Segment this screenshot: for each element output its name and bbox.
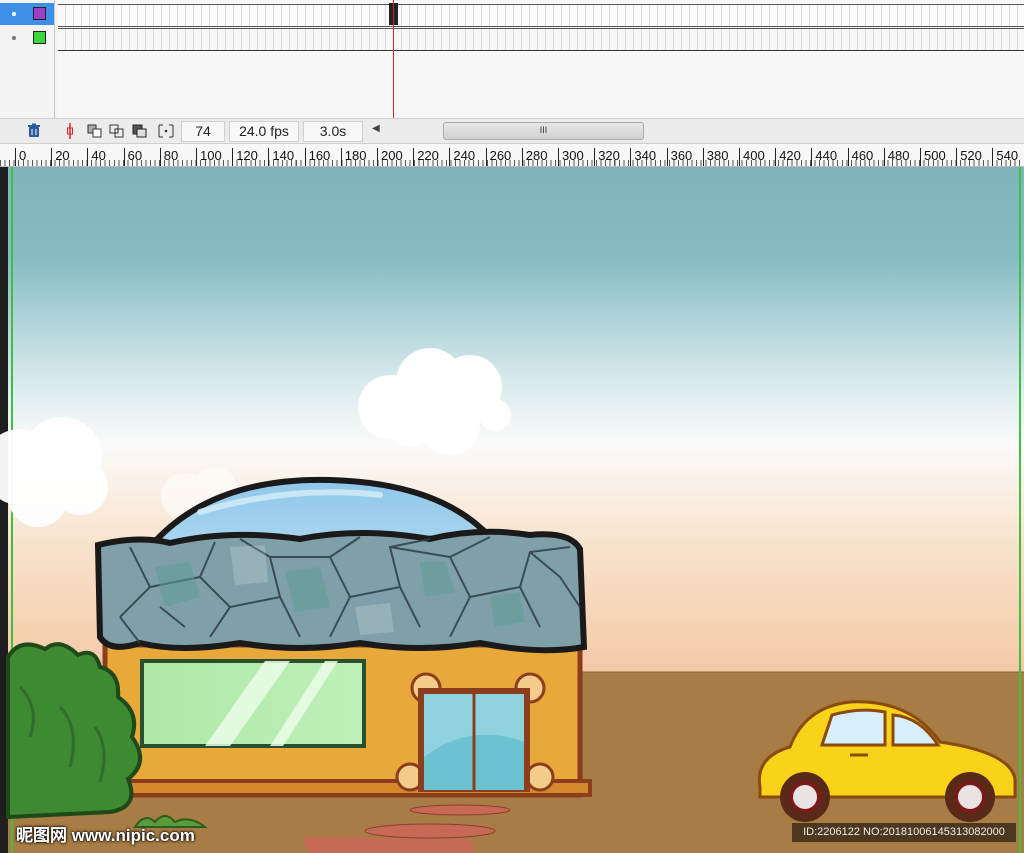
ruler-major-tick	[702, 148, 704, 166]
ruler-tick-label: 240	[453, 148, 476, 163]
scroll-left-arrow-icon[interactable]: ◀	[372, 123, 380, 134]
layer-outline-color-icon[interactable]	[33, 31, 46, 44]
onion-skin-icon[interactable]	[86, 122, 103, 139]
frame-grid[interactable]	[58, 0, 1024, 118]
ruler-major-tick	[268, 148, 270, 166]
ruler-major-tick	[304, 148, 306, 166]
ruler-tick-label: 500	[924, 148, 946, 163]
layer-list	[0, 0, 55, 118]
ruler-tick-label: 540	[996, 148, 1019, 163]
visibility-dot-icon[interactable]	[12, 36, 16, 40]
ruler-tick-label: 200	[381, 148, 403, 163]
layer-row-1[interactable]	[0, 3, 54, 25]
ruler-major-tick	[558, 148, 559, 166]
ruler-major-tick	[666, 148, 668, 166]
ruler-major-tick	[232, 148, 234, 166]
ruler-tick-label: 220	[417, 148, 439, 163]
ruler-major-tick	[485, 148, 487, 166]
ruler-tick-label: 280	[525, 148, 548, 163]
current-frame-field[interactable]: 74	[181, 121, 225, 142]
ruler-tick-label: 80	[163, 148, 179, 163]
ruler-tick-label: 100	[200, 148, 222, 163]
center-frame-icon[interactable]	[61, 122, 78, 139]
ruler-major-tick	[630, 148, 632, 166]
ruler-tick-label: 20	[55, 148, 70, 163]
ruler-tick-label: 520	[960, 148, 982, 163]
frame-rate-field[interactable]: 24.0 fps	[229, 121, 299, 142]
ruler-tick-label: 140	[272, 148, 295, 163]
ruler-major-tick	[521, 148, 523, 166]
ruler-major-tick	[196, 148, 197, 166]
ruler-tick-label: 480	[887, 148, 910, 163]
ruler-tick-label: 60	[127, 148, 143, 163]
frame-row-layer-2[interactable]	[58, 28, 1024, 51]
ruler-major-tick	[377, 148, 378, 166]
ruler-major-tick	[992, 148, 994, 166]
layer-row-2[interactable]	[0, 27, 54, 49]
ruler-tick-label: 260	[489, 148, 512, 163]
ruler-major-tick	[920, 148, 921, 166]
ruler-tick-label: 120	[236, 148, 258, 163]
ruler-major-tick	[449, 148, 451, 166]
ruler-tick-label: 320	[598, 148, 620, 163]
ruler-major-tick	[87, 148, 89, 166]
ruler-tick-label: 400	[743, 148, 765, 163]
modify-onion-markers-icon[interactable]	[157, 122, 174, 139]
visibility-dot-icon[interactable]	[12, 12, 16, 16]
playhead-line[interactable]	[393, 0, 394, 118]
trash-icon[interactable]	[25, 122, 42, 139]
ruler-tick-label: 180	[344, 148, 367, 163]
ruler-major-tick	[811, 148, 813, 166]
ruler-tick-label: 440	[815, 148, 838, 163]
cartoon-scene	[0, 167, 1024, 853]
ruler-tick-label: 40	[91, 148, 106, 163]
watermark-site-text: 昵图网 www.nipic.com	[16, 826, 195, 845]
onion-skin-outlines-icon[interactable]	[108, 122, 125, 139]
edit-multiple-frames-icon[interactable]	[131, 122, 148, 139]
ruler-tick-label: 360	[670, 148, 693, 163]
ruler-major-tick	[51, 148, 53, 166]
ruler-tick-label: 300	[562, 148, 584, 163]
ruler-tick-label: 160	[308, 148, 331, 163]
ruler-major-tick	[15, 148, 16, 166]
ruler-major-tick	[883, 148, 885, 166]
scrollbar-thumb[interactable]: III	[443, 122, 644, 140]
ruler-tick-label: 420	[779, 148, 801, 163]
ruler-tick-label: 460	[851, 148, 874, 163]
ruler-major-tick	[413, 148, 415, 166]
ruler-tick-label: 0	[19, 148, 27, 163]
stage-canvas[interactable]	[0, 167, 1024, 853]
stage-ruler: 0 20 40 60 80 100 120 140 160 180 200 220 240 260 280 3…	[0, 144, 1024, 167]
ruler-major-tick	[956, 148, 958, 166]
ruler-major-tick	[739, 148, 740, 166]
ruler-major-tick	[594, 148, 596, 166]
ruler-major-tick	[123, 148, 125, 166]
ruler-tick-label: 340	[634, 148, 657, 163]
ruler-major-tick	[159, 148, 161, 166]
timeline-panel	[0, 0, 1024, 118]
elapsed-time-field: 3.0s	[303, 121, 363, 142]
timeline-status-bar: 74 24.0 fps 3.0s ◀ III	[0, 118, 1024, 144]
ruler-tick-label: 380	[706, 148, 729, 163]
frame-row-layer-1[interactable]	[58, 4, 1024, 27]
ruler-major-tick	[340, 148, 342, 166]
cloud-left	[0, 417, 108, 527]
watermark-id-bar: ID:2206122 NO:20181006145313082000	[792, 823, 1016, 842]
ruler-major-tick	[775, 148, 777, 166]
layer-outline-color-icon[interactable]	[33, 7, 46, 20]
ruler-major-tick	[847, 148, 849, 166]
